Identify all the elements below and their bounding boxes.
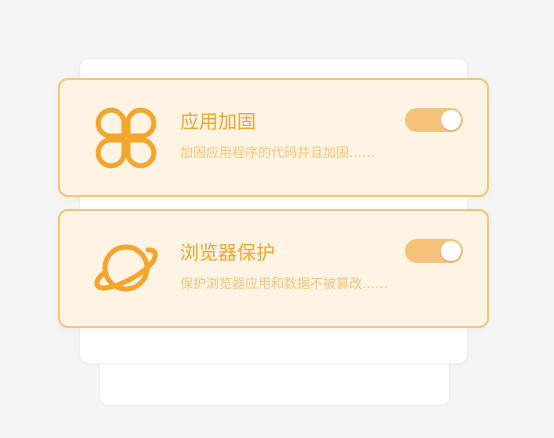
- feature-description: 加固应用程序的代码并且加固……: [180, 146, 376, 161]
- app-hardening-toggle[interactable]: [405, 108, 463, 132]
- feature-title: 浏览器保护: [180, 242, 276, 264]
- toggle-knob: [441, 241, 461, 261]
- planet-icon: [94, 244, 158, 292]
- clover-icon: [95, 107, 157, 169]
- browser-protection-toggle[interactable]: [405, 239, 463, 263]
- feature-title: 应用加固: [180, 111, 257, 133]
- feature-card-app-hardening[interactable]: 应用加固 加固应用程序的代码并且加固……: [58, 78, 489, 197]
- toggle-knob: [441, 110, 461, 130]
- feature-card-browser-protection[interactable]: 浏览器保护 保护浏览器应用和数据不被篡改……: [58, 209, 489, 328]
- feature-description: 保护浏览器应用和数据不被篡改……: [180, 277, 389, 292]
